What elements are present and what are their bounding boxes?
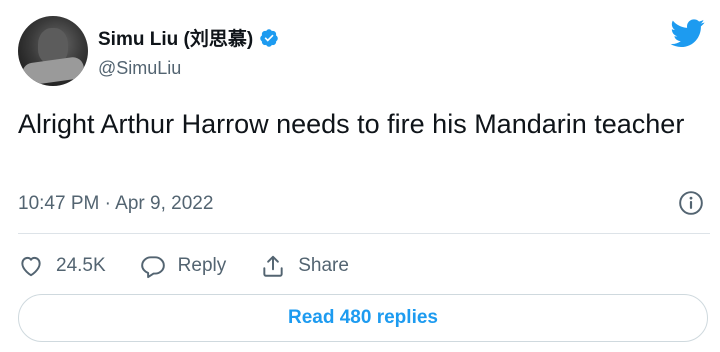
author-display-name[interactable]: Simu Liu (刘思慕) [98, 24, 253, 51]
tweet-text: Alright Arthur Harrow needs to fire his … [18, 109, 685, 139]
verified-badge-icon [259, 28, 279, 48]
info-icon[interactable] [678, 190, 704, 216]
tweet-timestamp[interactable]: 10:47 PM · Apr 9, 2022 [18, 193, 213, 215]
share-icon [263, 255, 283, 277]
twitter-bird-icon[interactable] [668, 16, 708, 50]
read-replies-button[interactable]: Read 480 replies [18, 294, 708, 342]
reply-label: Reply [177, 255, 227, 276]
reply-button[interactable]: Reply [140, 253, 227, 279]
author-handle[interactable]: @SimuLiu [98, 58, 181, 79]
avatar-arm [20, 55, 86, 86]
heart-icon [21, 256, 41, 277]
action-bar: 24.5K Reply Share [18, 250, 383, 282]
avatar[interactable] [18, 16, 88, 86]
like-count: 24.5K [56, 255, 106, 276]
share-label: Share [298, 255, 349, 276]
share-button[interactable]: Share [260, 253, 349, 279]
like-button[interactable]: 24.5K [18, 253, 106, 279]
reply-bubble-icon [140, 256, 165, 279]
author-name-row: Simu Liu (刘思慕) [98, 24, 279, 51]
divider [18, 233, 710, 234]
tweet-card: Simu Liu (刘思慕) @SimuLiu Alright Arthur H… [0, 0, 720, 352]
